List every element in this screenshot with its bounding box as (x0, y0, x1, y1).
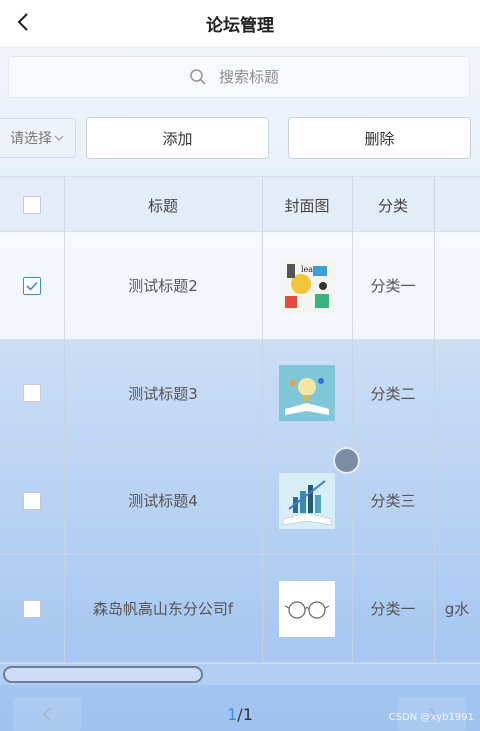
select-label: 请选择 (10, 131, 52, 147)
row-title: 测试标题2 (128, 277, 198, 295)
row-checkbox[interactable] (23, 384, 41, 402)
row-checkbox[interactable] (23, 599, 41, 618)
table-row[interactable]: 测试标题4 分类三 (0, 447, 480, 555)
row-checkbox[interactable] (23, 491, 41, 510)
top-bar: 论坛管理 (0, 0, 480, 46)
select-all-checkbox[interactable] (23, 196, 41, 214)
page-title: 论坛管理 (206, 16, 274, 36)
cover-thumbnail[interactable] (279, 580, 335, 637)
cover-thumbnail[interactable]: lea (279, 257, 335, 314)
scrollbar-thumb[interactable] (3, 666, 203, 683)
column-header-category[interactable]: 分类 (352, 177, 434, 233)
cover-thumbnail[interactable] (279, 472, 335, 529)
row-title: 测试标题4 (128, 492, 198, 510)
row-title: 测试标题3 (128, 384, 198, 403)
search-input[interactable] (219, 68, 289, 86)
total-pages: /1 (237, 705, 253, 724)
data-table: 标题 封面图 分类 测试标题2 lea 分类一 测试标题3 分类二 测试标题4 … (0, 176, 480, 663)
header-checkbox-cell (0, 177, 64, 233)
book-bulb-image (279, 365, 335, 421)
illustration-image: lea (279, 257, 335, 314)
row-category: 分类二 (370, 384, 416, 403)
cover-thumbnail[interactable] (279, 365, 335, 421)
row-category: 分类一 (370, 277, 416, 295)
checkmark-icon (26, 281, 38, 291)
row-category: 分类一 (370, 600, 416, 618)
add-button[interactable]: 添加 (86, 117, 269, 159)
table-row[interactable]: 森岛帆高山东分公司f 分类一 g水 (0, 555, 480, 663)
search-bar[interactable] (8, 56, 470, 98)
column-divider (64, 176, 65, 663)
column-divider (434, 176, 435, 663)
table-row[interactable]: 测试标题3 分类二 (0, 340, 480, 447)
column-header-cover[interactable]: 封面图 (262, 177, 352, 233)
column-header-title[interactable]: 标题 (64, 177, 262, 233)
svg-text:lea: lea (301, 265, 313, 274)
chevron-down-icon (54, 135, 64, 141)
row-category: 分类三 (370, 492, 416, 510)
row-title: 森岛帆高山东分公司f (92, 600, 234, 618)
current-page: 1 (227, 705, 238, 724)
row-checkbox[interactable] (23, 276, 41, 295)
glasses-image (279, 580, 335, 637)
column-divider (262, 176, 263, 663)
table-header: 标题 封面图 分类 (0, 176, 480, 232)
book-city-image (279, 472, 335, 529)
column-divider (352, 176, 353, 663)
row-extra-cell: g水 (444, 600, 470, 618)
category-select[interactable]: 请选择 (0, 118, 76, 158)
search-icon (190, 69, 206, 85)
watermark-text: CSDN @xyb1991 (388, 712, 474, 723)
floating-drag-handle[interactable] (333, 447, 360, 474)
delete-button[interactable]: 删除 (288, 117, 471, 159)
table-row[interactable]: 测试标题2 lea 分类一 (0, 232, 480, 340)
